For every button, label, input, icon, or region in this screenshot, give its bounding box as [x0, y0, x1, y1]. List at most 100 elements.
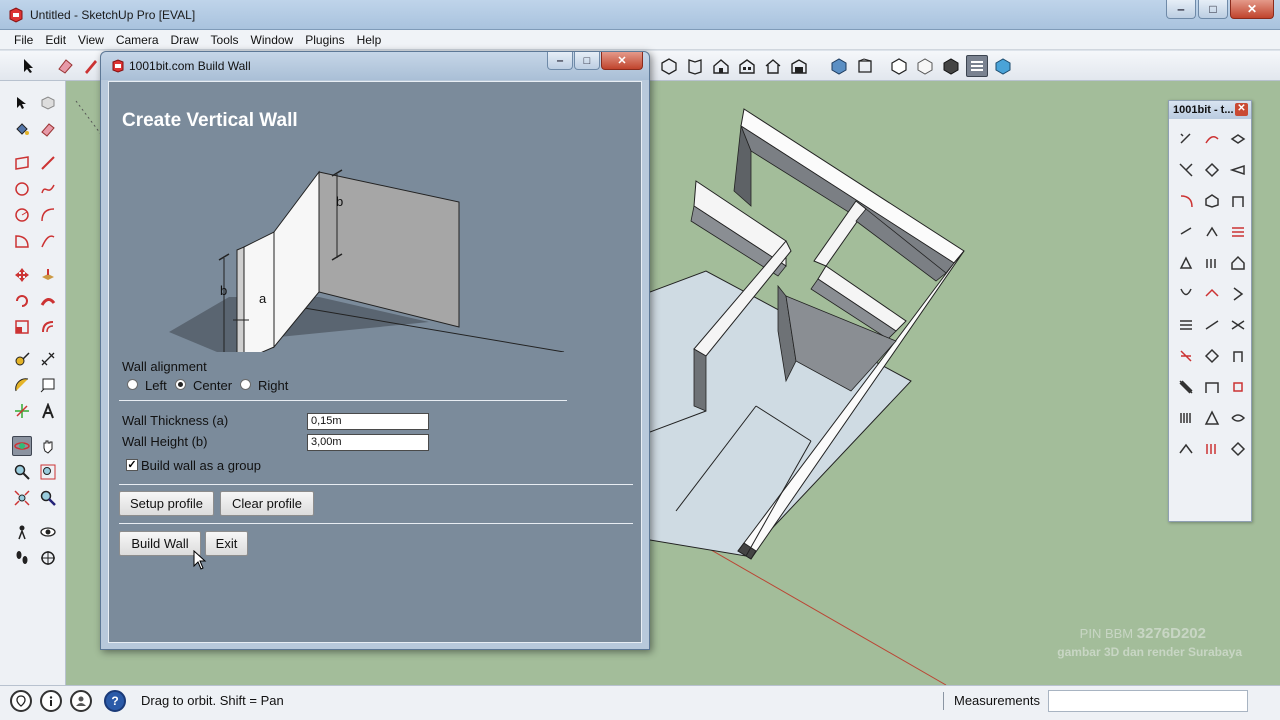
iso-view-icon[interactable]	[828, 55, 850, 77]
follow-me-icon[interactable]	[38, 291, 58, 311]
polygon-icon[interactable]	[12, 205, 32, 225]
wall-tool-icon[interactable]	[1173, 123, 1199, 154]
top-view-icon[interactable]	[854, 55, 876, 77]
box-tool-icon[interactable]	[1199, 185, 1225, 216]
dialog-close-button[interactable]: ✕	[601, 52, 643, 70]
arc-tool-icon[interactable]	[1199, 123, 1225, 154]
rafter-tool-icon[interactable]	[1173, 216, 1199, 247]
clear-profile-button[interactable]: Clear profile	[220, 491, 314, 516]
setup-profile-button[interactable]: Setup profile	[119, 491, 214, 516]
curve-tool-icon[interactable]	[1173, 185, 1199, 216]
door-tool-icon[interactable]	[1199, 154, 1225, 185]
menu-tools[interactable]: Tools	[205, 30, 245, 49]
select-arrow-icon[interactable]	[18, 55, 40, 77]
block-tool-icon[interactable]	[1225, 371, 1251, 402]
stair-tool-icon[interactable]	[1173, 154, 1199, 185]
zoom-extents-icon[interactable]	[12, 488, 32, 508]
brace-tool-icon[interactable]	[1173, 340, 1199, 371]
opening-tool-icon[interactable]	[1225, 340, 1251, 371]
ramp-tool-icon[interactable]	[1199, 402, 1225, 433]
circle-icon[interactable]	[12, 179, 32, 199]
eraser-tool-icon[interactable]	[38, 119, 58, 139]
text-tool-icon[interactable]	[38, 375, 58, 395]
build-as-group-checkbox[interactable]: ✓	[126, 459, 138, 471]
scale-icon[interactable]	[12, 317, 32, 337]
slab-tool-icon[interactable]	[1199, 371, 1225, 402]
arc-icon[interactable]	[38, 205, 58, 225]
menu-file[interactable]: File	[8, 30, 39, 49]
book-icon[interactable]	[684, 55, 706, 77]
home-outline-icon[interactable]	[762, 55, 784, 77]
measurements-input[interactable]	[1048, 690, 1248, 712]
louver-tool-icon[interactable]	[1173, 309, 1199, 340]
section-plane-icon[interactable]	[38, 548, 58, 568]
rotate-icon[interactable]	[12, 291, 32, 311]
pie-icon[interactable]	[12, 231, 32, 251]
gable-tool-icon[interactable]	[1173, 247, 1199, 278]
component-icon[interactable]	[658, 55, 680, 77]
fence-tool-icon[interactable]	[1173, 402, 1199, 433]
freehand-icon[interactable]	[38, 179, 58, 199]
help-icon[interactable]: ?	[104, 690, 126, 712]
orbit-icon[interactable]	[12, 436, 32, 456]
maximize-button[interactable]: □	[1198, 0, 1228, 19]
grille-tool-icon[interactable]	[1199, 433, 1225, 464]
pan-icon[interactable]	[38, 436, 58, 456]
menu-camera[interactable]: Camera	[110, 30, 165, 49]
zoom-icon[interactable]	[12, 462, 32, 482]
select-icon[interactable]	[12, 93, 32, 113]
menu-draw[interactable]: Draw	[165, 30, 205, 49]
palette-titlebar[interactable]: 1001bit - t... ✕	[1169, 101, 1251, 119]
walk-icon[interactable]	[12, 548, 32, 568]
panel-tool-icon[interactable]	[1199, 340, 1225, 371]
cross-tool-icon[interactable]	[1225, 309, 1251, 340]
alignment-left-label[interactable]: Left	[145, 378, 167, 393]
dialog-maximize-button[interactable]: □	[574, 52, 600, 70]
paint-bucket-icon[interactable]	[12, 119, 32, 139]
house-icon[interactable]	[710, 55, 732, 77]
wall-thickness-input[interactable]: 0,15m	[307, 413, 429, 430]
joist-tool-icon[interactable]	[1225, 216, 1251, 247]
warehouse-icon[interactable]	[788, 55, 810, 77]
wall-height-input[interactable]: 3,00m	[307, 434, 429, 451]
palette-close-button[interactable]: ✕	[1235, 103, 1248, 116]
frame-tool-icon[interactable]	[1225, 185, 1251, 216]
beam-tool-icon[interactable]	[1199, 309, 1225, 340]
dialog-titlebar[interactable]: 1001bit.com Build Wall ‒ □ ✕	[101, 52, 649, 80]
offset-icon[interactable]	[38, 317, 58, 337]
alignment-left-radio[interactable]	[127, 379, 138, 390]
minimize-button[interactable]: ‒	[1166, 0, 1196, 19]
shaded-textures-icon[interactable]	[992, 55, 1014, 77]
alignment-center-radio[interactable]	[175, 379, 186, 390]
window-tool-icon[interactable]	[1225, 154, 1251, 185]
peak-tool-icon[interactable]	[1173, 433, 1199, 464]
hatch-tool-icon[interactable]	[1173, 371, 1199, 402]
hip-tool-icon[interactable]	[1199, 278, 1225, 309]
dialog-minimize-button[interactable]: ‒	[547, 52, 573, 70]
menu-edit[interactable]: Edit	[39, 30, 72, 49]
exit-button[interactable]: Exit	[205, 531, 248, 556]
push-pull-icon[interactable]	[38, 265, 58, 285]
eraser-icon[interactable]	[54, 55, 76, 77]
axes-icon[interactable]	[12, 401, 32, 421]
xray-style-icon[interactable]	[888, 55, 910, 77]
truss-tool-icon[interactable]	[1199, 216, 1225, 247]
make-component-icon[interactable]	[38, 93, 58, 113]
build-wall-button[interactable]: Build Wall	[119, 531, 201, 556]
geo-location-icon[interactable]	[10, 690, 32, 712]
close-button[interactable]: ✕	[1230, 0, 1274, 19]
menu-help[interactable]: Help	[351, 30, 388, 49]
previous-view-icon[interactable]	[38, 488, 58, 508]
toolbar-palette-1001bit[interactable]: 1001bit - t... ✕	[1168, 100, 1252, 522]
menu-plugins[interactable]: Plugins	[299, 30, 350, 49]
alignment-right-radio[interactable]	[240, 379, 251, 390]
build-as-group-label[interactable]: Build wall as a group	[141, 458, 261, 473]
protractor-icon[interactable]	[12, 375, 32, 395]
lens-tool-icon[interactable]	[1225, 402, 1251, 433]
roof-tool-icon[interactable]	[1225, 123, 1251, 154]
alignment-right-label[interactable]: Right	[258, 378, 288, 393]
column-tool-icon[interactable]	[1199, 247, 1225, 278]
house-tool-icon[interactable]	[1225, 247, 1251, 278]
three-point-arc-icon[interactable]	[38, 231, 58, 251]
diamond-tool-icon[interactable]	[1225, 433, 1251, 464]
